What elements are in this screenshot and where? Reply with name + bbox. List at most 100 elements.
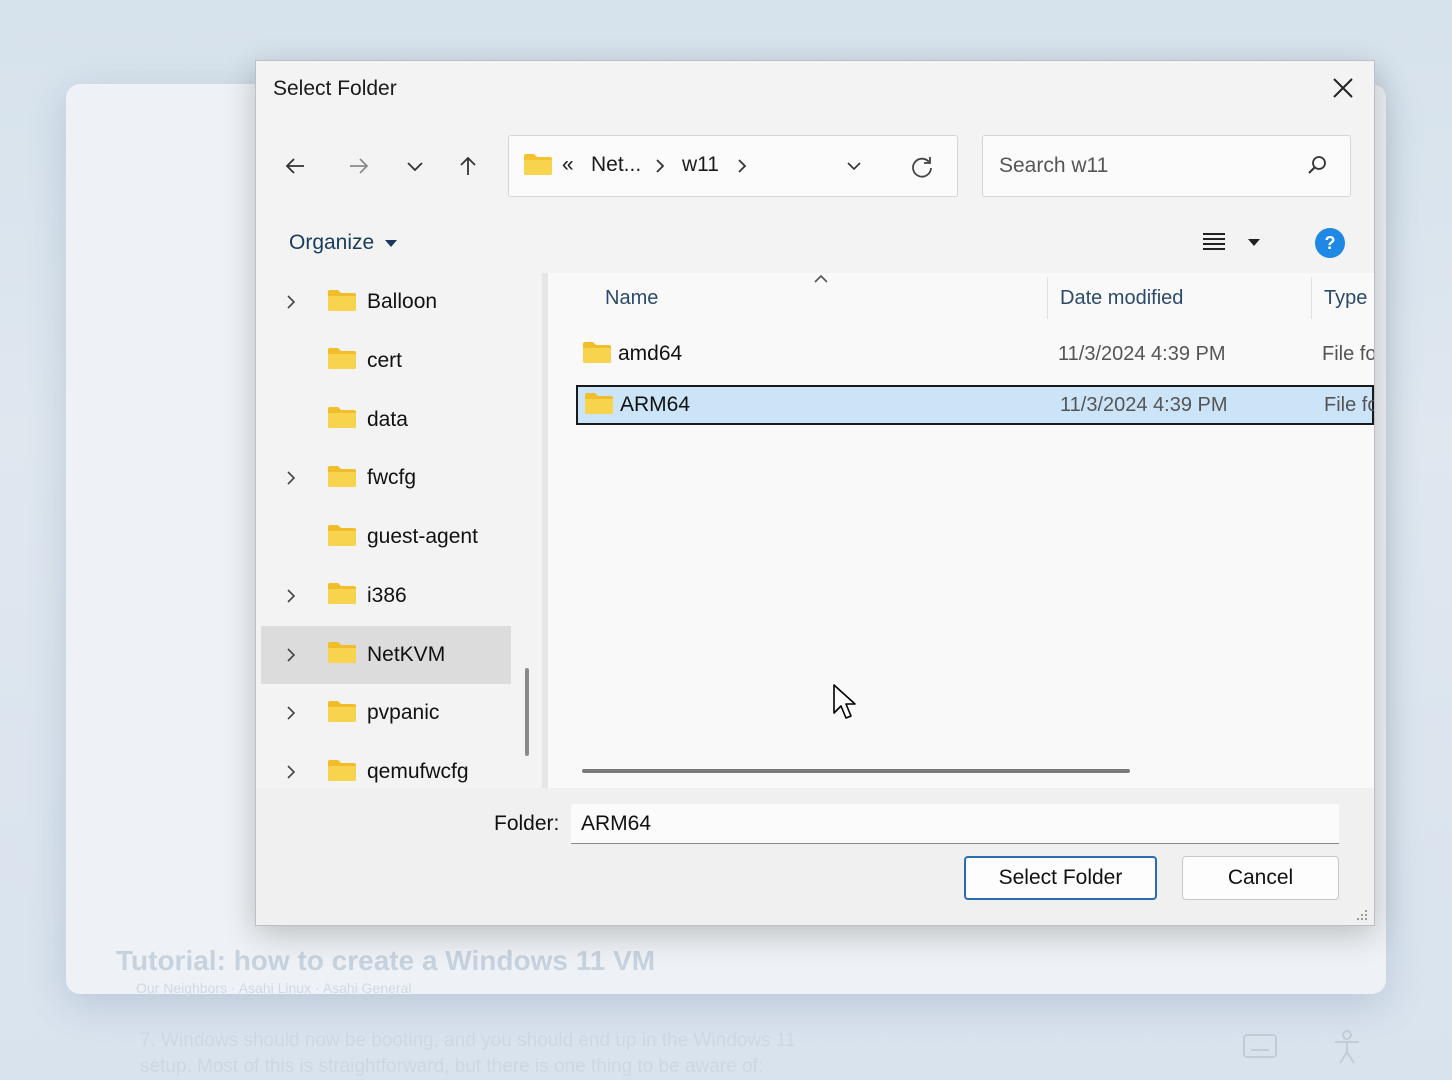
background-body-line: setup. Most of this is straightforward, …	[140, 1056, 764, 1077]
file-name: ARM64	[620, 393, 691, 416]
file-list: Name Date modified Type amd64 11/3/2024 4…	[548, 273, 1374, 788]
folder-label: Folder:	[494, 812, 560, 835]
background-body-line: 7. Windows should now be booting, and yo…	[140, 1030, 796, 1051]
caret-down-icon	[385, 240, 398, 247]
chevron-right-icon[interactable]	[654, 158, 666, 174]
file-row[interactable]: ARM64 11/3/2024 4:39 PM File fo	[576, 385, 1374, 425]
file-date-modified: 11/3/2024 4:39 PM	[1060, 393, 1228, 416]
dialog-titlebar: Select Folder	[256, 61, 1374, 117]
tree-item[interactable]: guest-agent	[261, 508, 511, 566]
background-breadcrumb: Our Neighbors · Asahi Linux · Asahi Gene…	[136, 980, 412, 996]
resize-grip-icon[interactable]	[1354, 907, 1368, 921]
tree-item-label: fwcfg	[367, 466, 417, 490]
tree-item-label: cert	[367, 348, 403, 372]
column-divider[interactable]	[1047, 277, 1048, 319]
cancel-button[interactable]: Cancel	[1182, 856, 1339, 900]
address-bar[interactable]: « Net... w11	[508, 135, 958, 197]
folder-icon	[585, 392, 613, 414]
command-bar: Organize ?	[256, 217, 1374, 273]
file-type: File fo	[1324, 393, 1374, 416]
help-button[interactable]: ?	[1315, 228, 1345, 258]
folder-name-field[interactable]	[571, 804, 1339, 844]
navigation-bar: « Net... w11	[256, 117, 1374, 217]
chevron-right-icon[interactable]	[285, 705, 297, 721]
file-list-horizontal-scrollbar[interactable]	[582, 769, 1130, 773]
close-icon	[1333, 78, 1353, 98]
folder-icon	[583, 341, 611, 363]
chevron-right-icon[interactable]	[285, 764, 297, 780]
tree-item[interactable]: fwcfg	[261, 449, 511, 507]
sort-ascending-icon	[814, 274, 828, 283]
expand-toggle[interactable]	[285, 294, 315, 310]
file-type: File fo	[1322, 342, 1374, 365]
folder-icon	[328, 289, 356, 311]
tree-item-label: i386	[367, 583, 407, 607]
tree-item[interactable]: pvpanic	[261, 684, 511, 742]
search-input[interactable]	[997, 150, 1291, 182]
folder-icon	[328, 642, 356, 663]
navigation-pane-scrollbar[interactable]	[525, 668, 529, 756]
chevron-down-icon[interactable]	[844, 156, 864, 176]
tree-item-label: pvpanic	[367, 701, 440, 725]
folder-icon	[328, 407, 356, 428]
dialog-footer: Folder: Select Folder Cancel	[256, 788, 1374, 925]
folder-icon	[524, 154, 552, 175]
background-body-text: 7. Windows should now be booting, and yo…	[140, 1028, 796, 1080]
arrow-right-icon	[350, 158, 369, 174]
chevron-right-icon[interactable]	[285, 294, 297, 310]
tree-item[interactable]: NetKVM	[261, 625, 511, 684]
arrow-up-icon	[460, 156, 476, 175]
up-button[interactable]	[450, 149, 486, 183]
address-segment-w11[interactable]: w11	[682, 153, 719, 177]
keyboard-icon[interactable]	[1243, 1034, 1277, 1063]
select-folder-button[interactable]: Select Folder	[964, 856, 1157, 900]
tree-item-label: guest-agent	[367, 525, 478, 548]
address-segment-net[interactable]: Net...	[591, 153, 641, 177]
folder-icon	[328, 583, 356, 605]
file-name: amd64	[618, 342, 683, 365]
tree-item[interactable]: cert	[261, 332, 511, 390]
chevron-right-icon[interactable]	[285, 588, 297, 604]
search-icon[interactable]	[1306, 154, 1328, 176]
address-overflow[interactable]: «	[562, 153, 574, 177]
view-options-button[interactable]	[1201, 231, 1261, 253]
tree-item[interactable]: i386	[261, 567, 511, 625]
column-header-name[interactable]: Name	[605, 273, 658, 323]
forward-button[interactable]	[341, 149, 377, 183]
tree-item[interactable]: data	[261, 391, 511, 449]
tree-item-label: qemufwcfg	[367, 760, 469, 783]
column-header-type[interactable]: Type	[1324, 273, 1367, 323]
file-row[interactable]: amd64 11/3/2024 4:39 PM File fo	[576, 334, 1374, 374]
close-button[interactable]	[1326, 73, 1360, 103]
tree-item-label: Balloon	[367, 290, 438, 313]
folder-icon	[328, 700, 356, 722]
tree-item-label: data	[367, 407, 408, 431]
tree-item[interactable]: Balloon	[261, 273, 511, 331]
refresh-icon[interactable]	[909, 154, 935, 180]
folder-icon	[328, 759, 356, 781]
expand-toggle[interactable]	[285, 764, 315, 780]
column-header-date-modified[interactable]: Date modified	[1060, 273, 1183, 323]
tree-item-label: NetKVM	[367, 642, 446, 666]
chevron-right-icon[interactable]	[285, 470, 297, 486]
chevron-down-icon	[407, 162, 423, 172]
expand-toggle[interactable]	[285, 470, 315, 486]
back-button[interactable]	[277, 149, 313, 183]
expand-toggle[interactable]	[285, 647, 315, 663]
expand-toggle[interactable]	[285, 588, 315, 604]
folder-icon	[328, 465, 356, 487]
mouse-pointer-icon	[833, 684, 856, 719]
accessibility-icon[interactable]	[1333, 1030, 1361, 1069]
chevron-right-icon[interactable]	[285, 647, 297, 663]
tree-item[interactable]: qemufwcfg	[261, 743, 511, 788]
dialog-title: Select Folder	[273, 77, 397, 100]
navigation-pane: Balloon cert data fwcfg guest-agent i386 NetKV…	[256, 273, 542, 788]
expand-toggle[interactable]	[285, 705, 315, 721]
details-view-icon	[1203, 233, 1225, 250]
recent-locations-button[interactable]	[397, 149, 433, 183]
chevron-right-icon[interactable]	[736, 158, 748, 174]
search-box[interactable]	[982, 135, 1351, 197]
column-divider[interactable]	[1311, 277, 1312, 319]
organize-button[interactable]: Organize	[289, 231, 398, 255]
caret-down-icon	[1248, 239, 1260, 246]
